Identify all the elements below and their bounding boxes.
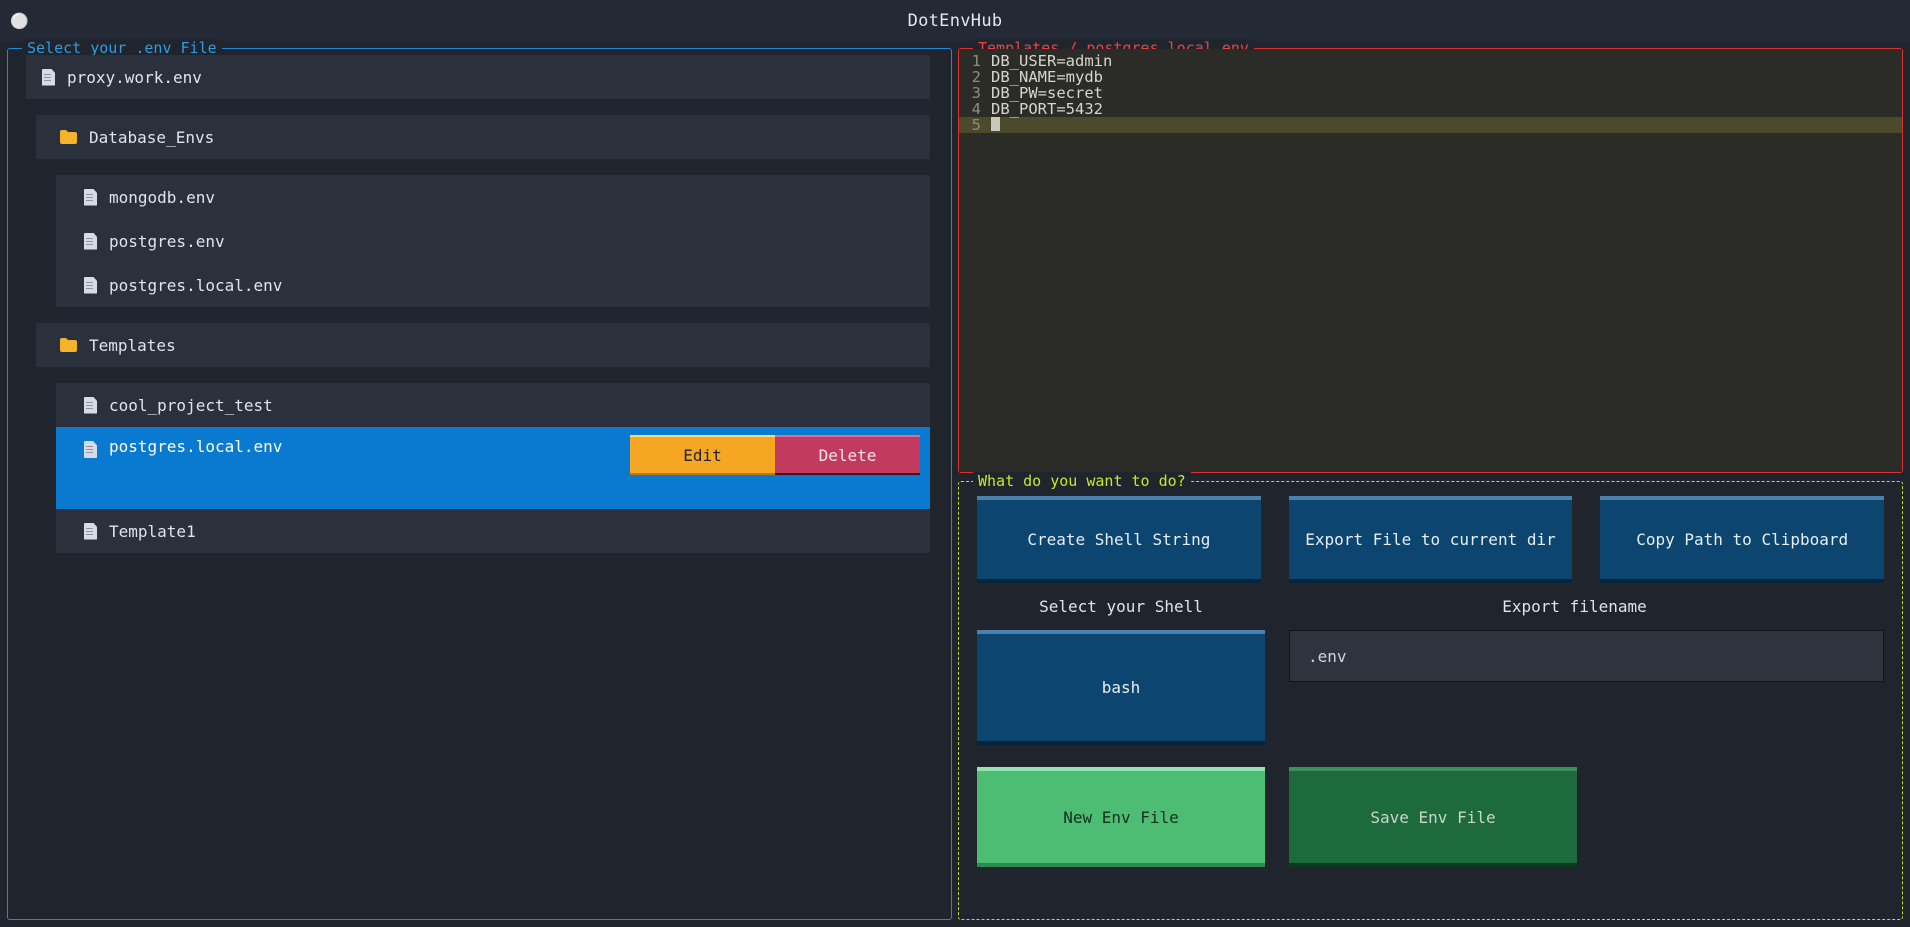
delete-button[interactable]: Delete [775, 435, 920, 475]
line-number: 5 [971, 116, 981, 134]
title-bar: ⚪ DotEnvHub [0, 0, 1910, 42]
code-line[interactable]: 3 DB_PW=secret [959, 85, 1902, 101]
filename-field-wrap [1289, 630, 1884, 745]
file-select-panel: Select your .env File proxy.work.env Data… [7, 39, 952, 920]
tree-item-template1[interactable]: Template1 [56, 509, 930, 553]
row-action-group: Edit Delete [630, 433, 930, 477]
tree-item-label: Database_Envs [89, 127, 215, 147]
page-title: DotEnvHub [907, 11, 1003, 31]
code-line[interactable]: 4 DB_PORT=5432 [959, 101, 1902, 117]
folder-icon [60, 338, 77, 352]
code-line[interactable]: 1 DB_USER=admin [959, 53, 1902, 69]
line-number: 1 [971, 52, 981, 70]
tree-item-label: Template1 [109, 521, 196, 541]
line-text: DB_USER=admin [991, 52, 1113, 70]
export-file-button[interactable]: Export File to current dir [1288, 496, 1573, 583]
tree-item-mongodb-env[interactable]: mongodb.env [56, 175, 930, 219]
tree-item-label: proxy.work.env [67, 67, 202, 87]
primary-action-row: Create Shell String Export File to curre… [977, 496, 1885, 583]
file-panel-body: proxy.work.env Database_Envs mongodb.env po… [8, 49, 951, 919]
actions-panel-body: Create Shell String Export File to curre… [959, 482, 1902, 919]
tree-item-postgres-local-env[interactable]: postgres.local.env [56, 263, 930, 307]
line-number: 2 [971, 68, 981, 86]
actions-grid: Create Shell String Export File to curre… [959, 482, 1902, 919]
folder-icon [60, 130, 77, 144]
file-icon [84, 397, 97, 414]
tree-item-label: Templates [89, 335, 176, 355]
file-icon [84, 233, 97, 250]
tree-item-postgres-env[interactable]: postgres.env [56, 219, 930, 263]
tree-item-label: mongodb.env [109, 187, 215, 207]
tree-item-label: postgres.local.env [109, 275, 283, 295]
filename-label: Export filename [1502, 597, 1647, 616]
line-text: DB_NAME=mydb [991, 68, 1103, 86]
shell-and-filename-row: bash [977, 630, 1884, 745]
edit-button[interactable]: Edit [630, 435, 775, 475]
tree-item-database-envs[interactable]: Database_Envs [36, 115, 930, 159]
tree-item-label: postgres.local.env [109, 437, 283, 456]
app-root: ⚪ DotEnvHub Select your .env File proxy.… [0, 0, 1910, 927]
code-line[interactable]: 5 [959, 117, 1902, 133]
line-text: DB_PW=secret [991, 84, 1103, 102]
editor-panel-body: 1 DB_USER=admin 2 DB_NAME=mydb 3 DB_PW=secret… [959, 49, 1902, 472]
code-line[interactable]: 2 DB_NAME=mydb [959, 69, 1902, 85]
file-icon [84, 277, 97, 294]
text-cursor [991, 117, 1000, 131]
file-icon [42, 69, 55, 86]
line-text: DB_PORT=5432 [991, 100, 1103, 118]
shell-label: Select your Shell [1039, 597, 1203, 616]
shell-select-button[interactable]: bash [977, 630, 1265, 745]
env-text-editor[interactable]: 1 DB_USER=admin 2 DB_NAME=mydb 3 DB_PW=secret… [959, 49, 1902, 472]
new-env-file-button[interactable]: New Env File [977, 767, 1265, 867]
tree-item-cool-project-test[interactable]: cool_project_test [56, 383, 930, 427]
copy-path-button[interactable]: Copy Path to Clipboard [1600, 496, 1885, 583]
line-number: 3 [971, 84, 981, 102]
tree-item-label: postgres.env [109, 231, 225, 251]
actions-panel: What do you want to do? Create Shell Str… [958, 472, 1903, 920]
file-tree[interactable]: proxy.work.env Database_Envs mongodb.env po… [8, 49, 951, 919]
tree-item-proxy-work-env[interactable]: proxy.work.env [26, 55, 930, 99]
tree-item-label: cool_project_test [109, 395, 273, 415]
save-env-file-button[interactable]: Save Env File [1289, 767, 1577, 867]
tree-item-postgres-local-env[interactable]: postgres.local.env Edit Delete [56, 427, 930, 509]
editor-panel: Templates / postgres.local.env 1 DB_USER=… [958, 39, 1903, 473]
file-icon [84, 189, 97, 206]
tree-item-templates[interactable]: Templates [36, 323, 930, 367]
file-icon [84, 441, 97, 458]
export-filename-input[interactable] [1289, 630, 1884, 682]
create-shell-string-button[interactable]: Create Shell String [977, 496, 1261, 583]
sublabel-row: Select your Shell Export filename [977, 597, 1884, 616]
file-ops-row: New Env File Save Env File [977, 767, 1884, 867]
file-icon [84, 523, 97, 540]
line-number: 4 [971, 100, 981, 118]
